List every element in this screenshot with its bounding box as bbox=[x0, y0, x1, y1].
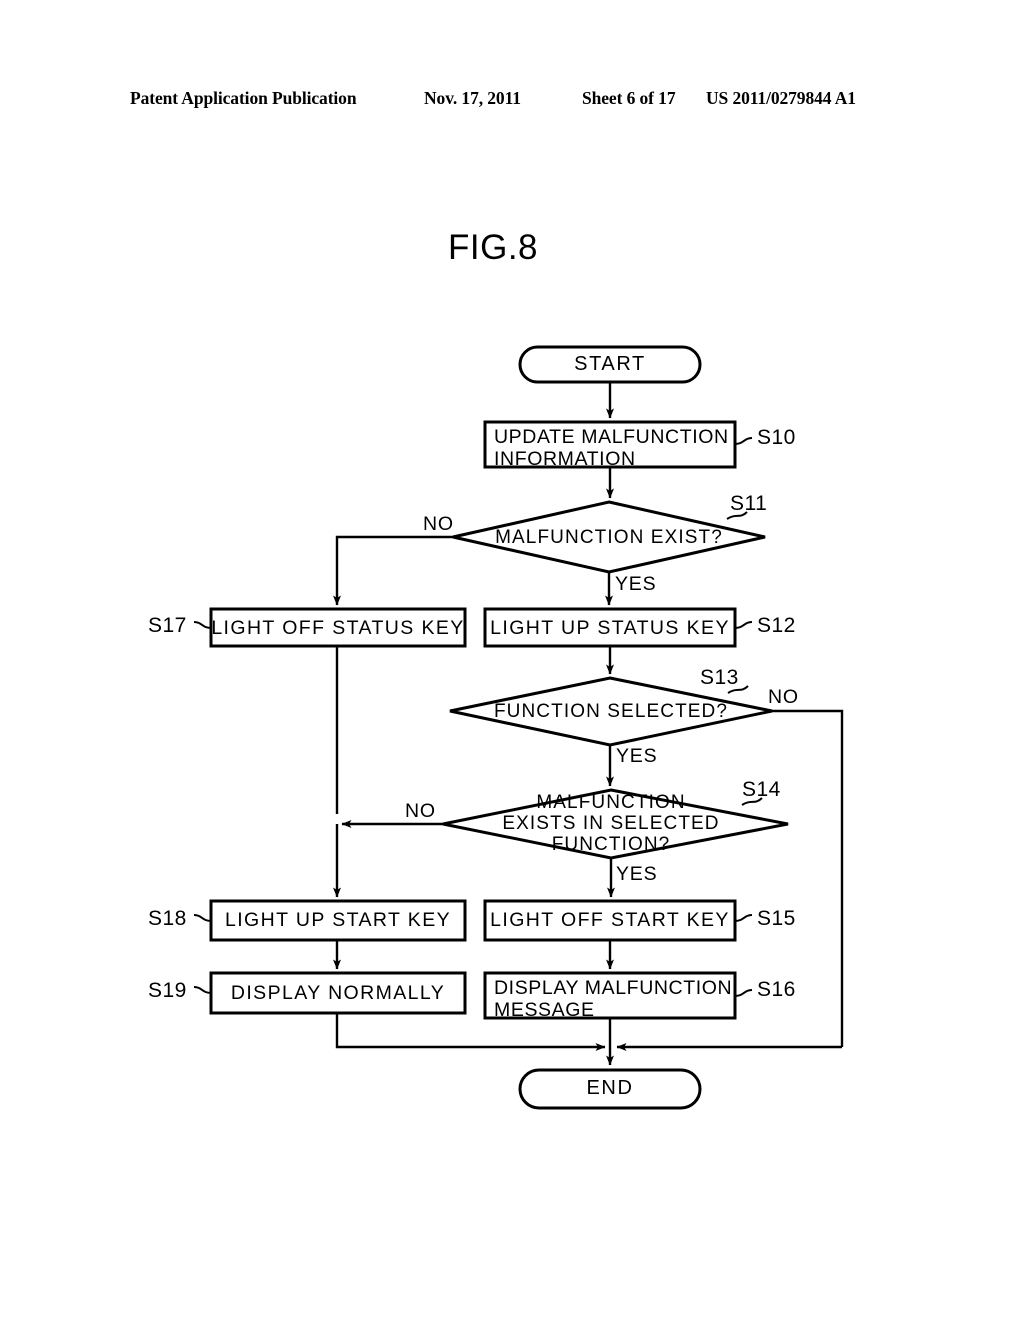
edge-label-s14-no: NO bbox=[405, 800, 436, 822]
edge-label-s14-yes: YES bbox=[616, 863, 658, 885]
step-label-s16: S16 bbox=[757, 978, 796, 1001]
node-s16-label: DISPLAY MALFUNCTION MESSAGE bbox=[494, 977, 733, 1021]
step-label-s10: S10 bbox=[757, 426, 796, 449]
node-s12-label: LIGHT UP STATUS KEY bbox=[490, 617, 730, 639]
node-s14-label: MALFUNCTION EXISTS IN SELECTED FUNCTION? bbox=[502, 792, 720, 855]
step-label-s13: S13 bbox=[700, 666, 739, 689]
node-s11-label: MALFUNCTION EXIST? bbox=[495, 527, 723, 548]
flowchart-diagram bbox=[193, 345, 844, 1110]
edge-label-s13-no: NO bbox=[768, 686, 799, 708]
edge-label-s11-yes: YES bbox=[615, 573, 657, 595]
node-s18-label: LIGHT UP START KEY bbox=[224, 909, 452, 931]
step-label-s15: S15 bbox=[757, 907, 796, 930]
node-s15-label: LIGHT OFF START KEY bbox=[490, 909, 730, 931]
node-s19-label: DISPLAY NORMALLY bbox=[230, 982, 446, 1004]
step-label-s18: S18 bbox=[148, 907, 187, 930]
step-label-s11: S11 bbox=[730, 492, 768, 515]
step-label-s19: S19 bbox=[148, 979, 187, 1002]
start-label: START bbox=[574, 353, 646, 375]
end-label: END bbox=[586, 1077, 634, 1099]
step-label-s17: S17 bbox=[148, 614, 187, 637]
step-label-s14: S14 bbox=[742, 778, 781, 801]
edge-label-s11-no: NO bbox=[423, 513, 454, 535]
node-s17-label: LIGHT OFF STATUS KEY bbox=[211, 617, 465, 639]
patent-figure-page: Patent Application Publication Nov. 17, … bbox=[0, 0, 1024, 1320]
step-label-s12: S12 bbox=[757, 614, 796, 637]
node-s13-label: FUNCTION SELECTED? bbox=[493, 701, 729, 722]
node-s10-label: UPDATE MALFUNCTION INFORMATION bbox=[494, 426, 729, 470]
edge-label-s13-yes: YES bbox=[616, 745, 658, 767]
